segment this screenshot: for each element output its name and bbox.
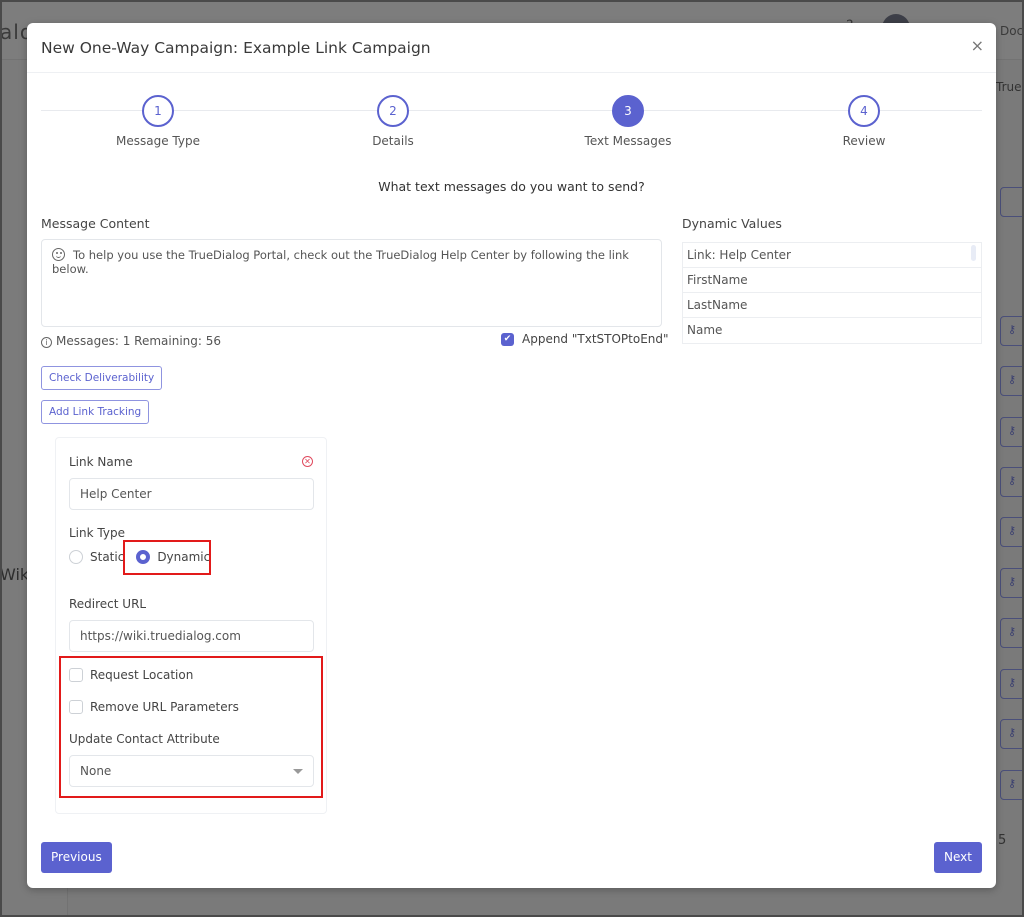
emoji-icon[interactable] [52, 248, 65, 261]
dynamic-value-item[interactable]: LastName [683, 293, 981, 318]
remove-url-params-checkbox[interactable]: Remove URL Parameters [69, 700, 239, 714]
modal-header: New One-Way Campaign: Example Link Campa… [27, 23, 996, 73]
update-contact-attr-label: Update Contact Attribute [69, 732, 220, 746]
remove-url-params-label: Remove URL Parameters [90, 700, 239, 714]
wizard-stepper: 1 Message Type 2 Details 3 Text Messages… [41, 95, 982, 155]
step-number: 4 [848, 95, 880, 127]
append-stop-label: Append "TxtSTOPtoEnd" [522, 332, 669, 346]
redirect-url-label: Redirect URL [69, 597, 147, 611]
checkbox-box[interactable] [69, 700, 83, 714]
close-icon[interactable]: × [971, 37, 984, 55]
radio-dynamic[interactable] [136, 550, 151, 564]
step-prompt: What text messages do you want to send? [378, 179, 645, 194]
radio-static[interactable] [69, 550, 83, 564]
link-type-label: Link Type [69, 526, 125, 540]
step-label: Message Type [116, 134, 200, 148]
checkbox-box[interactable] [69, 668, 83, 682]
next-button[interactable]: Next [934, 842, 982, 873]
step-label: Details [372, 134, 414, 148]
step-number: 3 [612, 95, 644, 127]
dynamic-value-item[interactable]: Link: Help Center [683, 243, 981, 268]
add-link-tracking-button[interactable]: Add Link Tracking [41, 400, 150, 424]
info-icon: i [41, 337, 52, 348]
request-location-checkbox[interactable]: Request Location [69, 668, 193, 682]
dynamic-value-item[interactable]: FirstName [683, 268, 981, 293]
update-contact-attr-select[interactable]: None [69, 755, 314, 787]
radio-static-label: Static [90, 550, 125, 564]
message-content-label: Message Content [41, 216, 150, 231]
radio-dynamic-label: Dynamic [157, 550, 211, 564]
step-number: 1 [142, 95, 174, 127]
caret-down-icon [293, 769, 303, 774]
dynamic-values-label: Dynamic Values [682, 216, 782, 231]
link-tracking-card: Link Name ✕ Help Center Link Type Static… [55, 437, 327, 814]
step-number: 2 [377, 95, 409, 127]
step-text-messages[interactable]: 3 Text Messages [558, 95, 698, 148]
dynamic-value-item[interactable]: Name [683, 318, 981, 343]
checkmark-icon[interactable]: ✔ [501, 332, 514, 346]
link-name-label: Link Name [69, 455, 133, 469]
check-deliverability-button[interactable]: Check Deliverability [41, 366, 163, 390]
dynamic-values-list: Link: Help Center FirstName LastName Nam… [682, 242, 982, 344]
message-stats: i Messages: 1 Remaining: 56 [41, 334, 221, 348]
step-review[interactable]: 4 Review [794, 95, 934, 148]
select-value: None [80, 764, 112, 778]
append-stop-checkbox[interactable]: ✔ Append "TxtSTOPtoEnd" [501, 332, 669, 346]
modal-title: New One-Way Campaign: Example Link Campa… [41, 39, 431, 57]
step-label: Text Messages [584, 134, 672, 148]
step-message-type[interactable]: 1 Message Type [88, 95, 228, 148]
message-stats-text: Messages: 1 Remaining: 56 [56, 334, 221, 348]
request-location-label: Request Location [90, 668, 194, 682]
message-content-textarea[interactable]: To help you use the TrueDialog Portal, c… [41, 239, 662, 327]
dynamic-values-scrollbar[interactable] [971, 245, 976, 261]
redirect-url-input[interactable]: https://wiki.truedialog.com [69, 620, 314, 652]
link-name-input[interactable]: Help Center [69, 478, 314, 510]
previous-button[interactable]: Previous [41, 842, 112, 873]
remove-link-icon[interactable]: ✕ [302, 456, 313, 467]
link-type-radio-group: Static Dynamic [69, 550, 210, 564]
campaign-modal: New One-Way Campaign: Example Link Campa… [27, 23, 996, 888]
message-text: To help you use the TrueDialog Portal, c… [52, 248, 629, 276]
step-label: Review [842, 134, 886, 148]
step-details[interactable]: 2 Details [323, 95, 463, 148]
